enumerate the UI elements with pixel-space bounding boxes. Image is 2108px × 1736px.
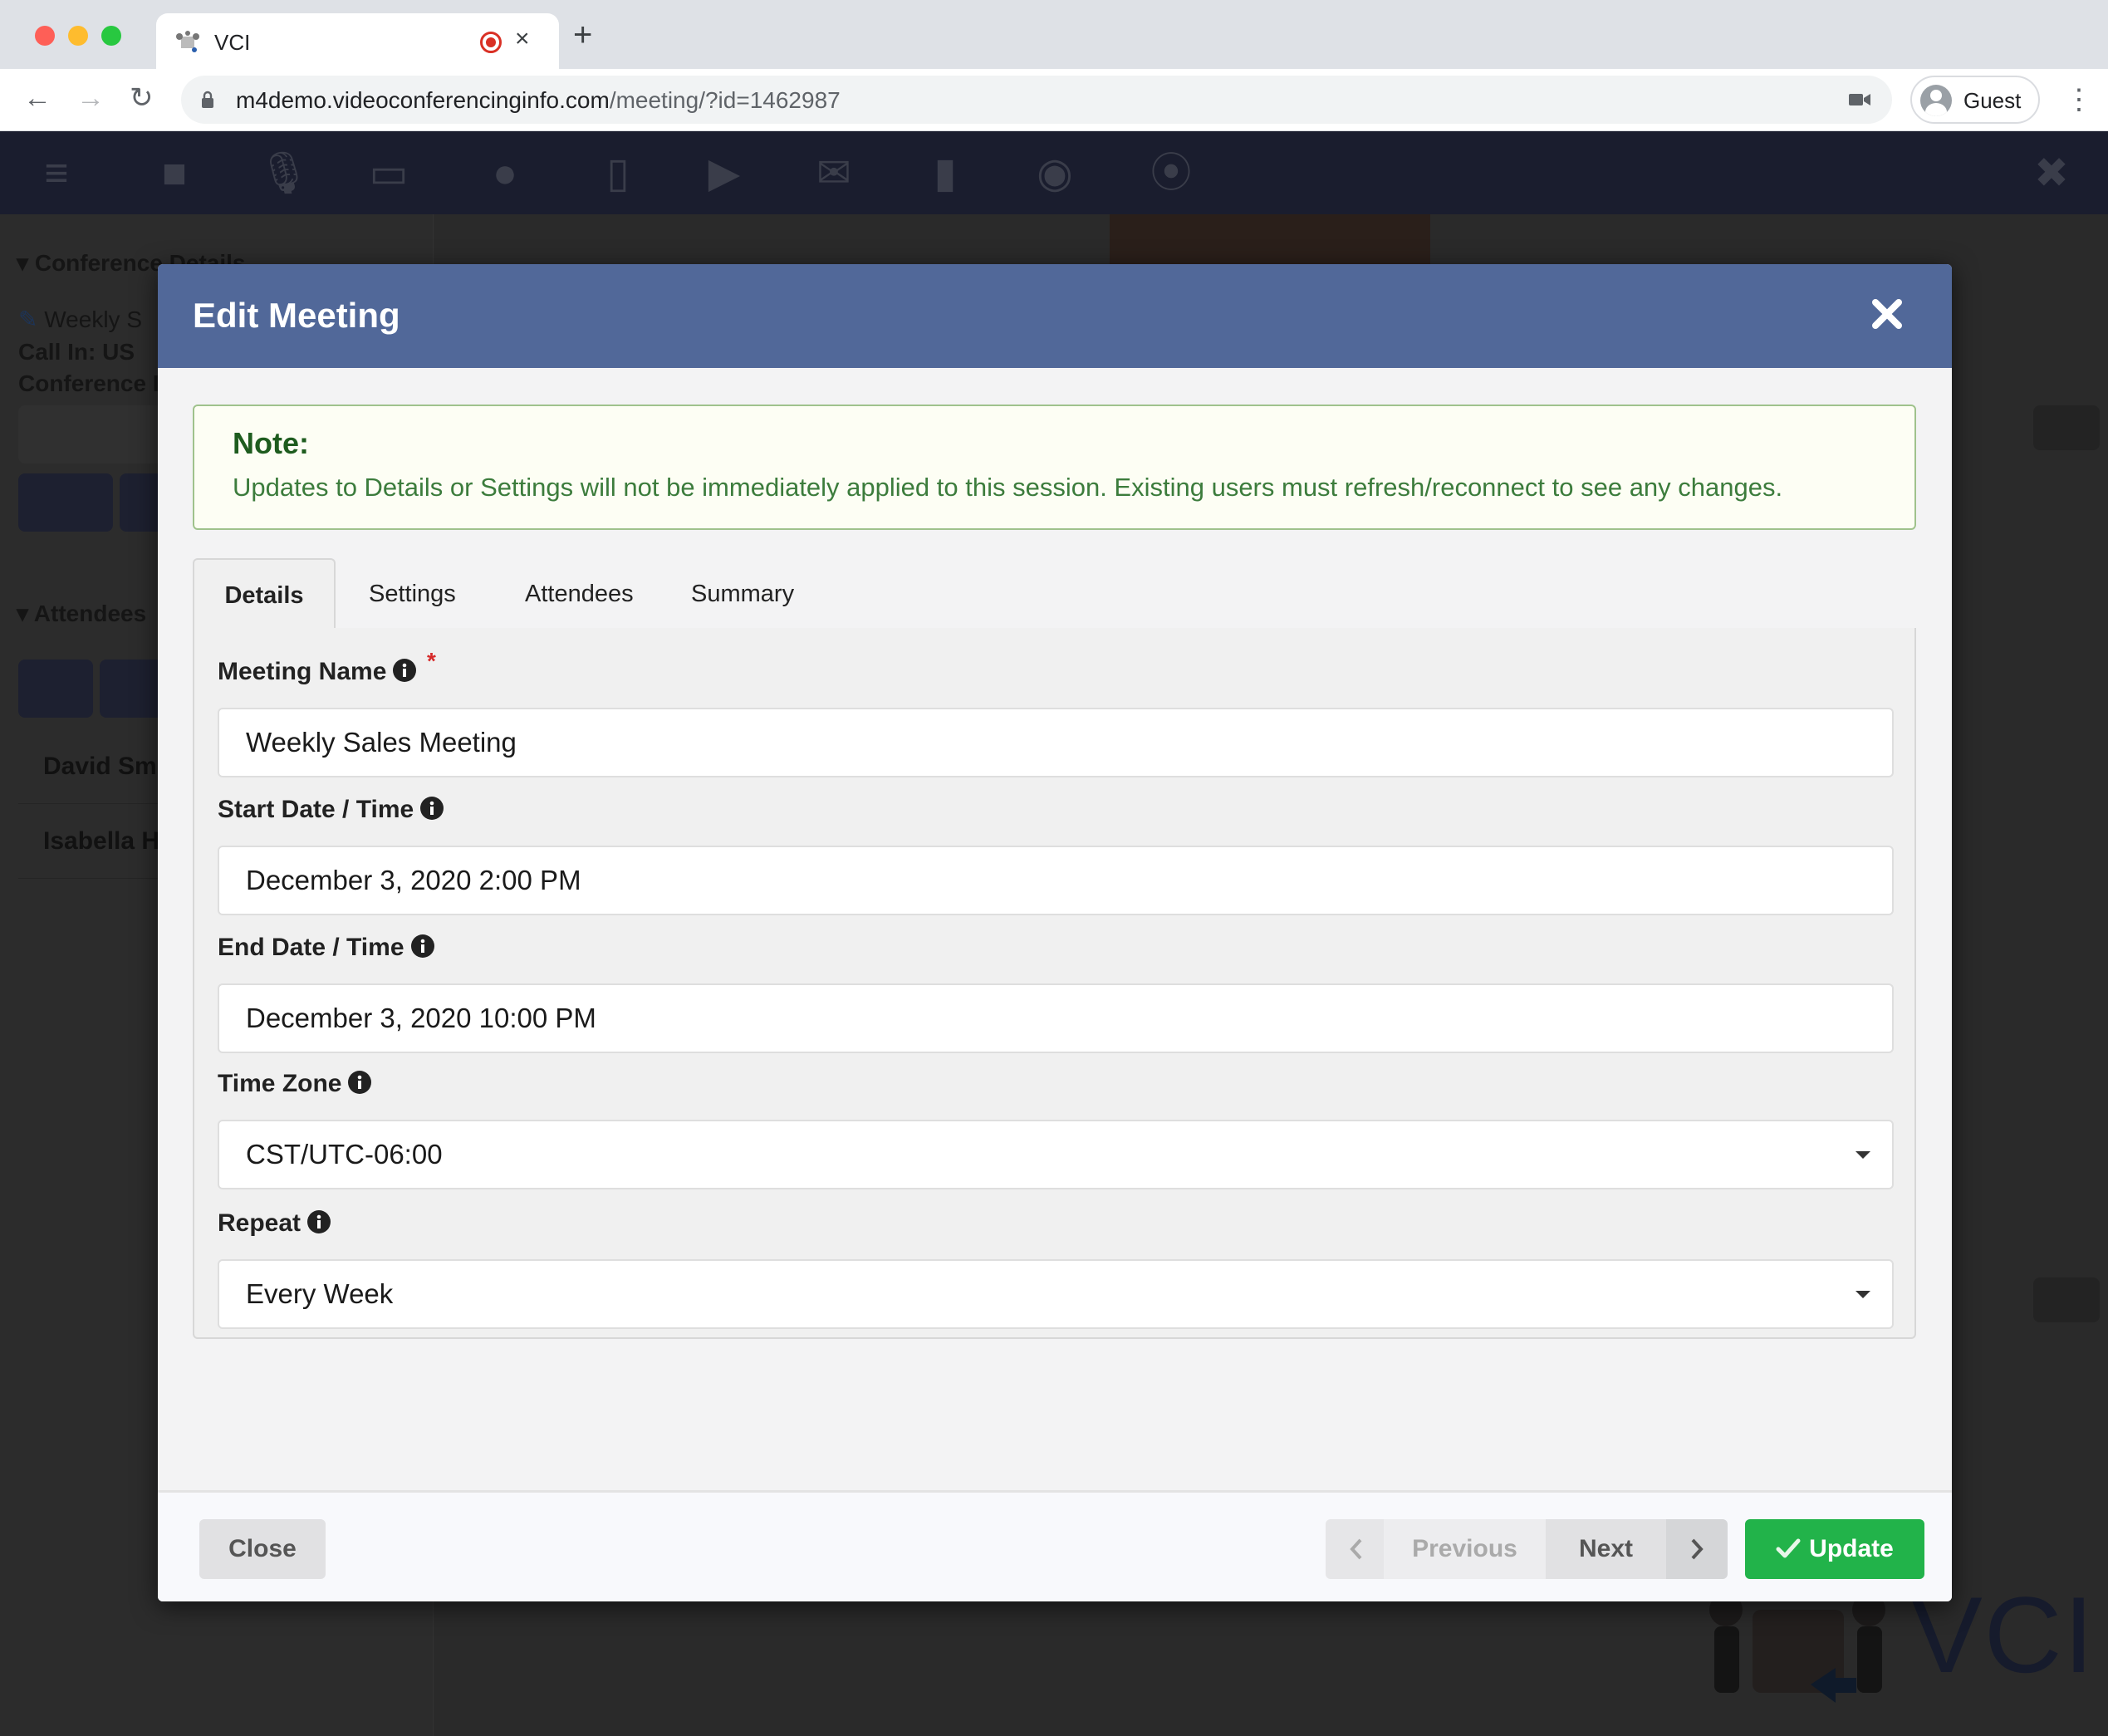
note-body: Updates to Details or Settings will not …	[233, 473, 1783, 502]
pager: Previous Next	[1326, 1519, 1728, 1579]
envelope-icon[interactable]: ✉	[809, 148, 859, 198]
sidebar-call-in: Call In: US	[18, 339, 135, 365]
info-icon[interactable]	[420, 797, 444, 820]
check-icon	[1776, 1538, 1801, 1558]
end-datetime-label: End Date / Time	[218, 934, 434, 962]
caret-down-icon	[1856, 1151, 1870, 1159]
microphone-icon[interactable]: 🎙	[257, 148, 310, 198]
camera-icon[interactable]	[1849, 92, 1870, 107]
recording-dot-icon	[480, 32, 502, 53]
chevron-left-icon	[1350, 1538, 1362, 1560]
note-alert: Note: Updates to Details or Settings wil…	[193, 405, 1916, 530]
video-thumbnail	[1110, 214, 1430, 267]
repeat-label: Repeat	[218, 1209, 331, 1238]
window-close-button[interactable]	[35, 26, 55, 46]
browser-tab-strip: VCI × +	[0, 0, 2108, 69]
info-icon[interactable]	[307, 1210, 331, 1233]
broadcast-icon[interactable]: ⦿	[1146, 148, 1196, 198]
kebab-menu-icon[interactable]: ⋮	[2065, 86, 2093, 114]
tab-attendees[interactable]: Attendees	[525, 558, 634, 630]
window-maximize-button[interactable]	[101, 26, 121, 46]
details-panel: Meeting Name * Weekly Sales Meeting Star…	[193, 628, 1916, 1339]
end-datetime-input[interactable]: December 3, 2020 10:00 PM	[218, 983, 1894, 1053]
forward-button[interactable]: →	[76, 84, 105, 112]
next-button[interactable]: Next	[1546, 1519, 1666, 1579]
previous-button[interactable]: Previous	[1384, 1519, 1546, 1579]
sidebar-meeting-name: ✎ Weekly S	[18, 306, 142, 332]
chevron-right-icon	[1691, 1538, 1704, 1560]
browser-toolbar: ← → ↻ m4demo.videoconferencinginfo.com/m…	[0, 69, 2108, 131]
sidebar-conference-id: Conference II	[18, 370, 166, 396]
video-expand-button[interactable]	[2033, 1277, 2100, 1322]
timezone-select[interactable]: CST/UTC-06:00	[218, 1120, 1894, 1189]
record-icon[interactable]: ◉	[1030, 148, 1080, 198]
info-icon[interactable]	[348, 1071, 372, 1094]
document-icon[interactable]: ▯	[593, 148, 643, 198]
modal-title: Edit Meeting	[193, 296, 400, 335]
note-title: Note:	[233, 426, 309, 460]
app-toolbar: ≡ ■ 🎙 ▭ ● ▯ ▶ ✉ ▮ ◉ ⦿ ✖	[0, 131, 2108, 214]
reload-button[interactable]: ↻	[130, 84, 154, 112]
modal-footer: Close Previous Next Update	[158, 1490, 1952, 1601]
info-icon[interactable]	[410, 934, 434, 958]
profile-button[interactable]: Guest	[1910, 76, 2040, 124]
window-minimize-button[interactable]	[68, 26, 88, 46]
exit-door-icon[interactable]: ▮	[920, 148, 970, 198]
timezone-label: Time Zone	[218, 1070, 372, 1098]
repeat-select[interactable]: Every Week	[218, 1259, 1894, 1329]
tab-summary[interactable]: Summary	[691, 558, 794, 630]
modal-tabs: Details Settings Attendees Summary	[193, 558, 1916, 631]
previous-arrow-button[interactable]	[1326, 1519, 1384, 1579]
attendees-section[interactable]: ▾ Attendees	[17, 600, 146, 627]
start-datetime-input[interactable]: December 3, 2020 2:00 PM	[218, 846, 1894, 915]
url-text: m4demo.videoconferencinginfo.com/meeting…	[236, 87, 841, 113]
media-player-icon[interactable]: ▶	[699, 148, 749, 198]
profile-name: Guest	[1963, 88, 2022, 113]
edit-meeting-modal: Edit Meeting Note: Updates to Details or…	[158, 264, 1952, 1601]
close-button[interactable]: Close	[199, 1519, 326, 1579]
browser-tab[interactable]: VCI ×	[156, 13, 559, 69]
back-button[interactable]: ←	[23, 84, 51, 112]
tab-settings[interactable]: Settings	[369, 558, 456, 630]
close-icon[interactable]: ✖	[2027, 148, 2076, 198]
caret-down-icon	[1856, 1291, 1870, 1298]
meeting-name-input[interactable]: Weekly Sales Meeting	[218, 708, 1894, 777]
video-icon[interactable]: ■	[150, 148, 199, 198]
menu-icon[interactable]: ≡	[32, 148, 81, 198]
start-datetime-label: Start Date / Time	[218, 796, 444, 824]
notification-button[interactable]	[18, 473, 113, 532]
monitor-icon[interactable]: ▭	[364, 148, 414, 198]
update-button[interactable]: Update	[1745, 1519, 1924, 1579]
browser-tab-title: VCI	[214, 30, 251, 55]
modal-header: Edit Meeting	[158, 264, 1952, 368]
chat-icon[interactable]: ●	[480, 148, 530, 198]
info-icon[interactable]	[393, 659, 417, 682]
video-options-button[interactable]	[2033, 405, 2100, 450]
required-marker: *	[427, 648, 436, 674]
avatar-icon	[1920, 85, 1952, 116]
vci-favicon-icon	[176, 31, 199, 52]
video-on-button[interactable]	[18, 660, 93, 718]
meeting-name-label: Meeting Name	[218, 658, 417, 686]
address-bar[interactable]: m4demo.videoconferencinginfo.com/meeting…	[181, 76, 1892, 124]
next-arrow-button[interactable]	[1666, 1519, 1728, 1579]
tab-details[interactable]: Details	[193, 558, 336, 631]
lock-icon	[202, 91, 213, 108]
close-icon[interactable]	[1869, 296, 1905, 332]
close-tab-icon[interactable]: ×	[515, 25, 530, 53]
new-tab-button[interactable]: +	[573, 18, 592, 51]
